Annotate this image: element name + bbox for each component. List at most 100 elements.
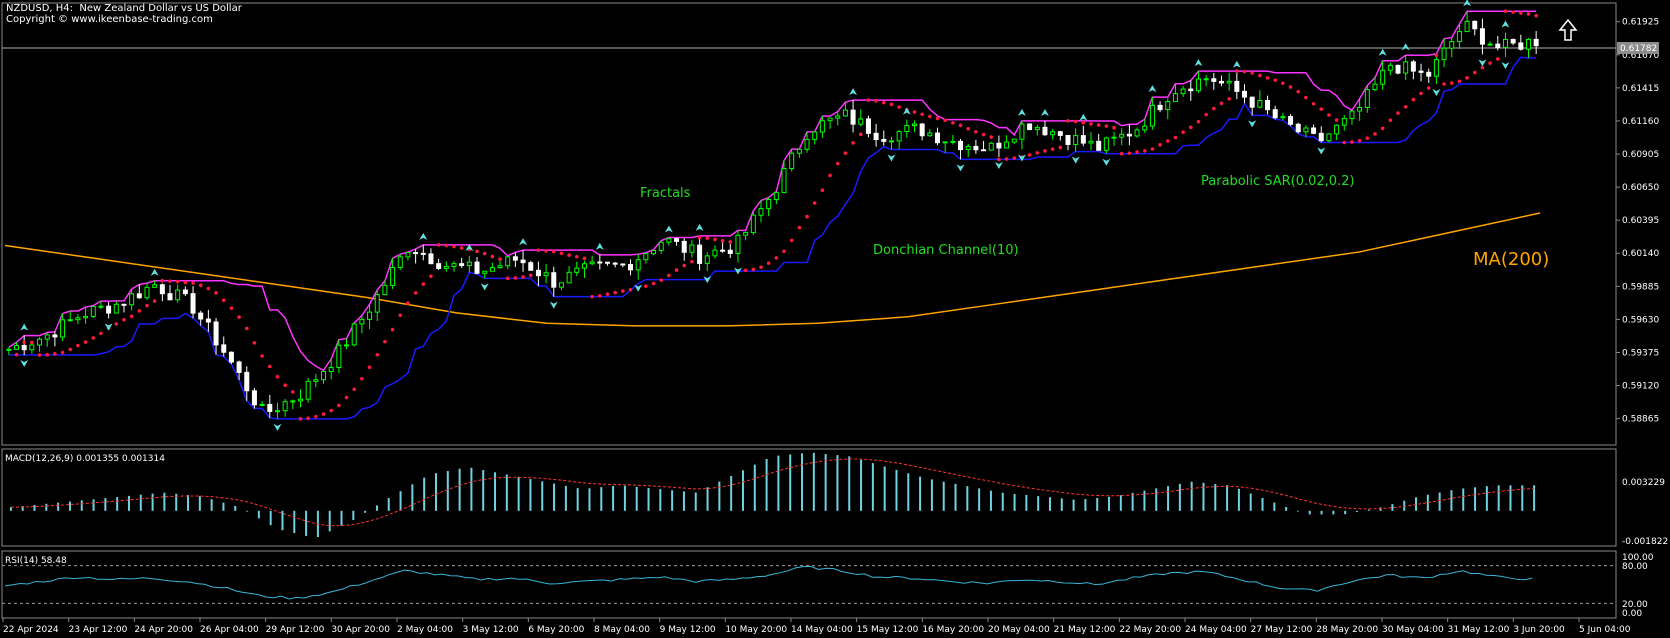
candle-body <box>965 145 971 151</box>
candle-body <box>98 305 104 308</box>
fractal-down-mark <box>994 161 1003 169</box>
candle-body <box>413 252 419 255</box>
sar-dot <box>874 99 878 103</box>
sar-dot <box>1212 106 1216 111</box>
sar-dot <box>191 281 195 285</box>
candle-body <box>1518 42 1524 50</box>
time-tick-label: 23 Apr 12:00 <box>69 625 128 635</box>
candle-body <box>888 140 894 143</box>
sar-dot <box>1073 119 1078 124</box>
macd-panel-border <box>1 448 1617 547</box>
candle-body <box>1456 31 1462 43</box>
main-panel-border <box>1 2 1617 446</box>
fractal-down-mark <box>104 323 113 331</box>
fractal-up-mark <box>1501 20 1510 28</box>
fractal-up-mark <box>1148 85 1157 93</box>
sar-dot <box>659 278 664 282</box>
candle-body <box>842 109 848 117</box>
candle-body <box>374 294 380 313</box>
sar-dot <box>406 301 410 305</box>
candle-body <box>773 192 779 201</box>
sar-dot <box>1127 151 1132 155</box>
sar-dot <box>551 249 556 254</box>
rsi-line <box>4 565 1533 600</box>
sar-dot <box>782 249 786 254</box>
candle-body <box>858 118 864 125</box>
candle-body <box>1449 41 1455 49</box>
fractal-up-mark <box>1079 113 1088 121</box>
candle-body <box>1349 110 1355 119</box>
time-tick-label: 8 May 04:00 <box>594 625 650 635</box>
fractal-down-mark <box>1478 59 1487 67</box>
sar-dot <box>920 112 924 117</box>
sar-dot <box>797 225 802 230</box>
sar-dot <box>244 326 249 331</box>
candle-body <box>935 132 941 144</box>
sar-dot <box>644 284 648 289</box>
time-tick-label: 5 Jun 04:00 <box>1579 625 1631 635</box>
candle-body <box>1011 138 1017 143</box>
sar-label: Parabolic SAR(0.02,0.2) <box>1201 174 1355 189</box>
sar-dot <box>943 118 947 123</box>
sar-dot <box>613 290 617 295</box>
candle-body <box>697 244 703 264</box>
candle-body <box>1487 43 1493 46</box>
candle-body <box>221 344 227 353</box>
sar-dot <box>1503 9 1508 14</box>
sar-dot <box>1350 140 1354 144</box>
price-tick-label: 0.59375 <box>1622 348 1659 358</box>
candle-body <box>1265 100 1271 111</box>
sar-dot <box>321 412 326 416</box>
sar-dot <box>91 336 96 340</box>
sar-dot <box>1311 101 1316 106</box>
candle-body <box>981 149 987 152</box>
sar-dot <box>1035 151 1040 155</box>
fractal-up-mark <box>1232 60 1241 68</box>
sar-dot <box>314 414 318 419</box>
candle-body <box>712 249 718 257</box>
sar-dot <box>490 254 495 259</box>
candle-body <box>175 289 181 301</box>
candle-body <box>52 334 58 338</box>
candle-body <box>942 141 948 144</box>
fractal-up-mark <box>1017 108 1026 116</box>
candle-body <box>804 138 810 150</box>
sar-dot <box>429 274 433 279</box>
fractal-down-mark <box>480 283 489 291</box>
candle-body <box>1426 71 1432 77</box>
time-tick-label: 16 May 20:00 <box>922 625 984 635</box>
candle-body <box>581 263 587 269</box>
candle-body <box>1019 123 1025 140</box>
candle-body <box>520 259 526 264</box>
sar-dot <box>260 354 264 358</box>
candle-body <box>428 253 434 265</box>
sar-dot <box>1081 120 1086 125</box>
candle-body <box>566 271 572 284</box>
sar-dot <box>690 259 694 264</box>
candle-body <box>489 267 495 272</box>
sar-dot <box>1089 122 1093 126</box>
candle-body <box>321 371 327 381</box>
sar-dot <box>137 309 142 313</box>
candle-body <box>720 249 726 252</box>
candle-body <box>1257 100 1263 108</box>
candle-body <box>1088 140 1094 144</box>
sar-dot <box>275 374 280 379</box>
rsi-axis-80: 80.00 <box>1622 562 1648 572</box>
time-tick-label: 10 May 20:00 <box>725 625 787 635</box>
candle-body <box>681 240 687 253</box>
candle-body <box>67 319 73 322</box>
sar-dot <box>720 238 725 243</box>
sar-dot <box>267 364 272 369</box>
candle-body <box>735 234 741 255</box>
sar-dot <box>198 283 203 288</box>
candle-body <box>796 148 802 154</box>
sar-dot <box>889 102 894 107</box>
candle-body <box>873 132 879 140</box>
candle-body <box>159 284 165 295</box>
candle-body <box>6 348 12 351</box>
time-tick-label: 30 Apr 20:00 <box>331 625 390 635</box>
candle-body <box>1080 135 1086 144</box>
sar-dot <box>390 327 395 332</box>
sar-dot <box>1012 156 1017 160</box>
